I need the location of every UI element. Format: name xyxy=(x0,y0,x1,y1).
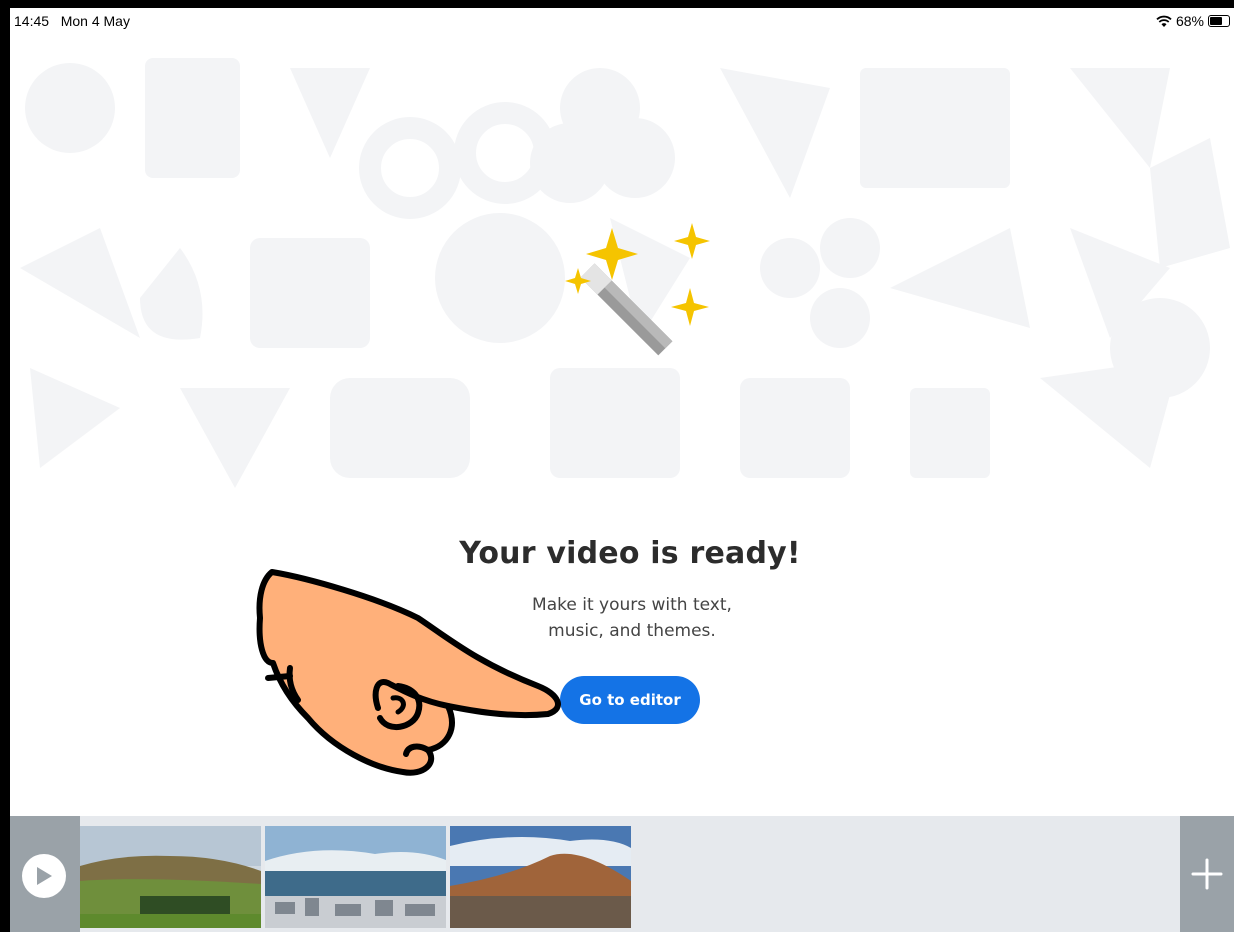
status-right: 68% xyxy=(1156,13,1230,29)
timeline xyxy=(10,816,1234,932)
magic-wand-icon xyxy=(565,223,710,356)
hero-area: Your video is ready! Make it yours with … xyxy=(10,8,1234,816)
subtitle-line-1: Make it yours with text, xyxy=(532,595,732,615)
battery-icon xyxy=(1208,15,1230,27)
page-title: Your video is ready! xyxy=(459,536,801,571)
status-time-text: 14:45 xyxy=(14,13,50,29)
status-date-text: Mon 4 May xyxy=(60,13,130,29)
pointing-hand-icon xyxy=(256,569,561,776)
battery-percent: 68% xyxy=(1175,13,1204,29)
wifi-icon xyxy=(1156,15,1172,27)
clip-thumbnail-2[interactable] xyxy=(265,826,446,928)
play-icon xyxy=(37,867,52,885)
app-frame: 14:45 Mon 4 May 68% Your video is ready!… xyxy=(10,8,1234,932)
clip-thumbnail-1[interactable] xyxy=(80,826,261,928)
play-panel xyxy=(10,816,80,932)
page-subtitle: Make it yours with text, music, and them… xyxy=(10,592,1234,644)
play-button[interactable] xyxy=(22,854,66,898)
plus-icon xyxy=(1191,858,1223,890)
subtitle-line-2: music, and themes. xyxy=(548,621,716,641)
status-bar: 14:45 Mon 4 May 68% xyxy=(10,8,1234,36)
add-clip-button[interactable] xyxy=(1180,816,1234,932)
clip-thumbnail-3[interactable] xyxy=(450,826,631,928)
status-time: 14:45 Mon 4 May xyxy=(14,13,130,29)
go-to-editor-button[interactable]: Go to editor xyxy=(560,676,700,724)
clip-strip xyxy=(80,826,631,928)
